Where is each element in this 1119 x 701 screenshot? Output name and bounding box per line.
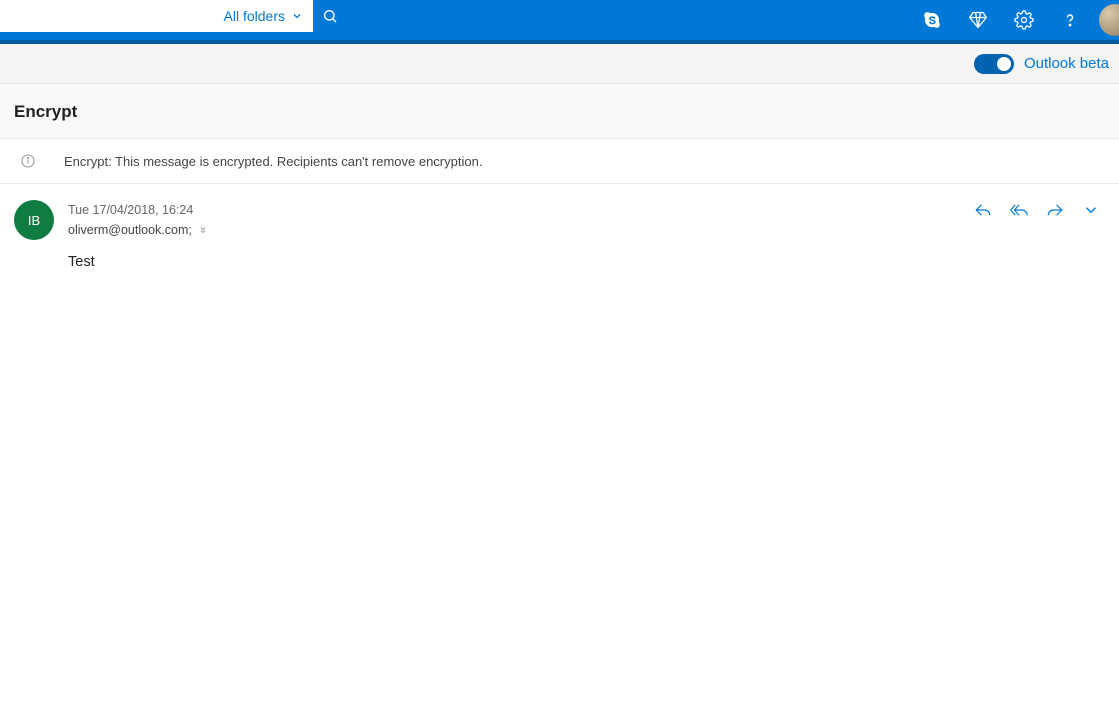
forward-button[interactable] [1045, 200, 1065, 220]
info-icon [20, 153, 36, 169]
skype-button[interactable] [909, 0, 955, 40]
top-bar-left: All folders [0, 0, 347, 40]
message-meta: Tue 17/04/2018, 16:24 oliverm@outlook.co… [68, 200, 208, 240]
search-button[interactable] [313, 0, 347, 32]
search-scope-label: All folders [224, 8, 285, 24]
settings-button[interactable] [1001, 0, 1047, 40]
search-container: All folders [0, 0, 313, 32]
chevron-down-icon [1082, 201, 1100, 219]
top-bar-right [909, 0, 1119, 40]
more-actions-button[interactable] [1081, 200, 1101, 220]
reply-all-icon [1010, 201, 1028, 219]
skype-icon [922, 10, 942, 30]
toggle-knob [997, 57, 1011, 71]
page-title: Encrypt [14, 102, 1105, 122]
search-input[interactable] [0, 0, 214, 32]
expand-recipients-icon [198, 225, 208, 235]
search-icon [322, 8, 338, 24]
message-actions [973, 200, 1105, 220]
message-header: Tue 17/04/2018, 16:24 oliverm@outlook.co… [68, 200, 1105, 240]
message-body: Test [68, 240, 1105, 270]
message-container: IB Tue 17/04/2018, 16:24 oliverm@outlook… [0, 184, 1119, 270]
help-icon [1060, 10, 1080, 30]
gear-icon [1014, 10, 1034, 30]
message-timestamp: Tue 17/04/2018, 16:24 [68, 200, 208, 220]
info-text: Encrypt: This message is encrypted. Reci… [64, 154, 482, 169]
top-bar: All folders [0, 0, 1119, 40]
beta-toggle[interactable] [974, 54, 1014, 74]
message-main: Tue 17/04/2018, 16:24 oliverm@outlook.co… [54, 200, 1105, 270]
info-strip: Encrypt: This message is encrypted. Reci… [0, 139, 1119, 184]
message-recipients[interactable]: oliverm@outlook.com; [68, 220, 208, 240]
sender-initials: IB [28, 213, 40, 228]
recipient-text: oliverm@outlook.com; [68, 220, 192, 240]
reply-all-button[interactable] [1009, 200, 1029, 220]
diamond-icon [968, 10, 988, 30]
premium-button[interactable] [955, 0, 1001, 40]
reply-icon [974, 201, 992, 219]
chevron-down-icon [291, 10, 303, 22]
beta-bar: Outlook beta [0, 44, 1119, 84]
title-bar: Encrypt [0, 84, 1119, 139]
help-button[interactable] [1047, 0, 1093, 40]
forward-icon [1046, 201, 1064, 219]
reply-button[interactable] [973, 200, 993, 220]
sender-avatar[interactable]: IB [14, 200, 54, 240]
user-avatar[interactable] [1099, 4, 1119, 36]
beta-label: Outlook beta [1024, 55, 1109, 72]
search-scope-dropdown[interactable]: All folders [214, 0, 313, 32]
